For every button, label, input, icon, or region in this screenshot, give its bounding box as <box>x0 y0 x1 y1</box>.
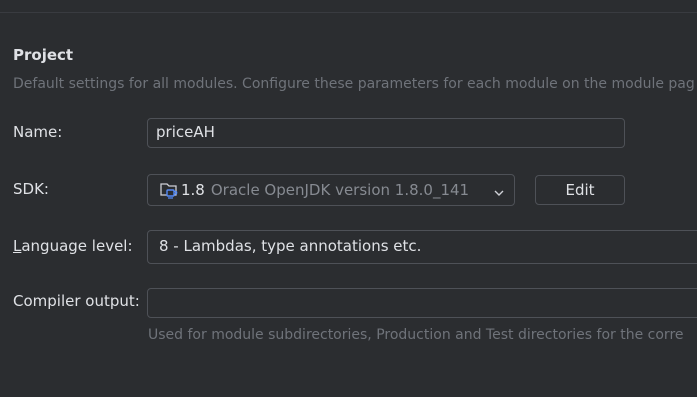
sdk-version: 1.8 <box>181 181 205 199</box>
sdk-dropdown[interactable]: 1.8 Oracle OpenJDK version 1.8.0_141 <box>147 174 515 206</box>
language-level-label: Language level: <box>13 237 133 255</box>
sdk-label: SDK: <box>13 180 49 198</box>
language-level-value: 8 - Lambdas, type annotations etc. <box>159 237 422 255</box>
language-level-dropdown[interactable]: 8 - Lambdas, type annotations etc. <box>147 230 697 264</box>
top-divider <box>0 12 697 13</box>
project-settings-panel: Project Default settings for all modules… <box>0 0 697 397</box>
name-label: Name: <box>13 123 63 141</box>
sdk-description: Oracle OpenJDK version 1.8.0_141 <box>210 181 470 199</box>
folder-java-icon <box>159 180 180 200</box>
compiler-output-input[interactable] <box>147 288 697 318</box>
chevron-down-icon <box>493 185 505 197</box>
compiler-output-hint: Used for module subdirectories, Producti… <box>148 327 684 343</box>
name-input[interactable]: priceAH <box>147 118 625 148</box>
section-title: Project <box>13 46 74 64</box>
compiler-output-label: Compiler output: <box>13 292 140 310</box>
name-input-value: priceAH <box>156 123 215 141</box>
sdk-edit-button[interactable]: Edit <box>535 175 625 205</box>
language-level-label-text: anguage level: <box>21 237 133 255</box>
section-description: Default settings for all modules. Config… <box>13 76 695 92</box>
